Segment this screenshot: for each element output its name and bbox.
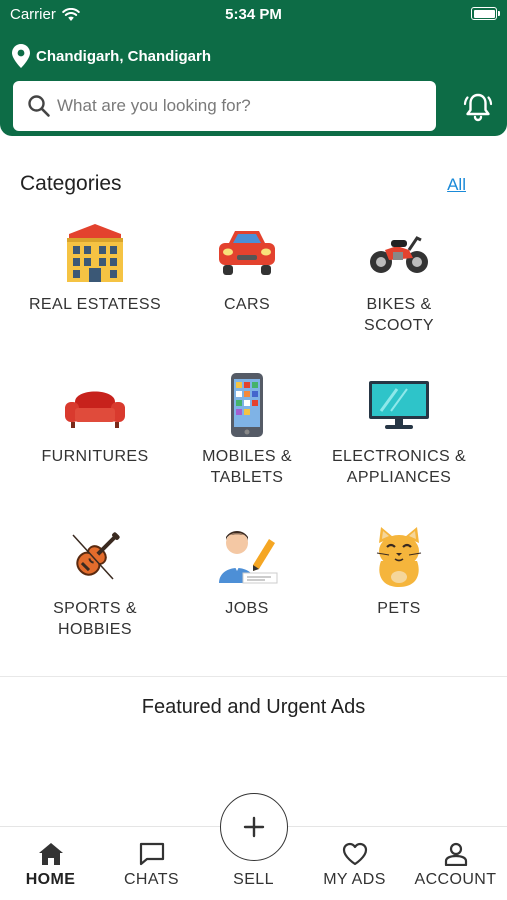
categories-header: Categories All (20, 172, 487, 202)
category-mobiles[interactable]: MOBILES & TABLETS (171, 372, 323, 524)
category-label: ELECTRONICS & APPLIANCES (331, 448, 467, 486)
category-label: JOBS (225, 600, 269, 617)
category-label: FURNITURES (41, 448, 149, 465)
location-pin-icon (12, 44, 30, 68)
motorbike-icon (370, 236, 428, 273)
search-icon (28, 95, 50, 117)
category-pets[interactable]: PETS (323, 524, 475, 676)
violin-icon (72, 532, 120, 580)
cat-icon (376, 527, 422, 587)
tv-icon (369, 381, 429, 429)
category-label: PETS (377, 600, 421, 617)
categories-all-link[interactable]: All (447, 175, 466, 195)
car-icon (219, 231, 275, 275)
status-time: 5:34 PM (225, 6, 282, 23)
category-sports[interactable]: SPORTS & HOBBIES (19, 524, 171, 676)
category-label: REAL ESTATESS (28, 296, 162, 313)
status-bar: Carrier 5:34 PM (0, 0, 507, 28)
person-icon (444, 842, 467, 866)
category-electronics[interactable]: ELECTRONICS & APPLIANCES (323, 372, 475, 524)
category-real-estate[interactable]: REAL ESTATESS (19, 220, 171, 372)
category-bikes[interactable]: BIKES & SCOOTY (323, 220, 475, 372)
search-input[interactable] (57, 96, 417, 116)
category-furnitures[interactable]: FURNITURES (19, 372, 171, 524)
category-label: SPORTS & HOBBIES (53, 600, 137, 638)
tab-label: HOME (25, 871, 76, 888)
section-divider (0, 676, 507, 677)
notification-bell-icon[interactable] (462, 91, 494, 123)
worker-icon (219, 531, 278, 584)
home-icon (38, 843, 63, 865)
category-grid: REAL ESTATESS CARS BIKES & SCOOTY FURNIT… (19, 220, 477, 676)
location-text: Chandigarh, Chandigarh (36, 47, 212, 65)
sell-button[interactable] (220, 793, 288, 861)
sofa-icon (65, 391, 125, 428)
category-jobs[interactable]: JOBS (171, 524, 323, 676)
category-cars[interactable]: CARS (171, 220, 323, 372)
category-label: CARS (223, 296, 271, 313)
tab-label: SELL (233, 871, 274, 888)
chat-icon (139, 842, 164, 866)
tab-my-ads[interactable]: MY ADS (304, 841, 405, 889)
location-selector[interactable]: Chandigarh, Chandigarh (12, 44, 211, 68)
heart-icon (342, 842, 367, 866)
app-header: Carrier 5:34 PM Chandigarh, Chandigarh (0, 0, 507, 136)
tab-account[interactable]: ACCOUNT (405, 841, 506, 889)
category-label: MOBILES & TABLETS (202, 448, 292, 486)
building-icon (67, 224, 123, 282)
tab-label: CHATS (123, 871, 180, 888)
tab-label: ACCOUNT (414, 871, 497, 888)
featured-ads-title: Featured and Urgent Ads (141, 696, 366, 718)
categories-title: Categories (20, 172, 122, 195)
smartphone-icon (231, 373, 263, 437)
tab-label: MY ADS (323, 871, 386, 888)
battery-icon (471, 7, 500, 20)
plus-icon (243, 816, 265, 838)
search-bar[interactable] (13, 81, 436, 131)
tab-home[interactable]: HOME (0, 841, 101, 889)
tab-chats[interactable]: CHATS (101, 841, 202, 889)
category-label: BIKES & SCOOTY (364, 296, 434, 334)
